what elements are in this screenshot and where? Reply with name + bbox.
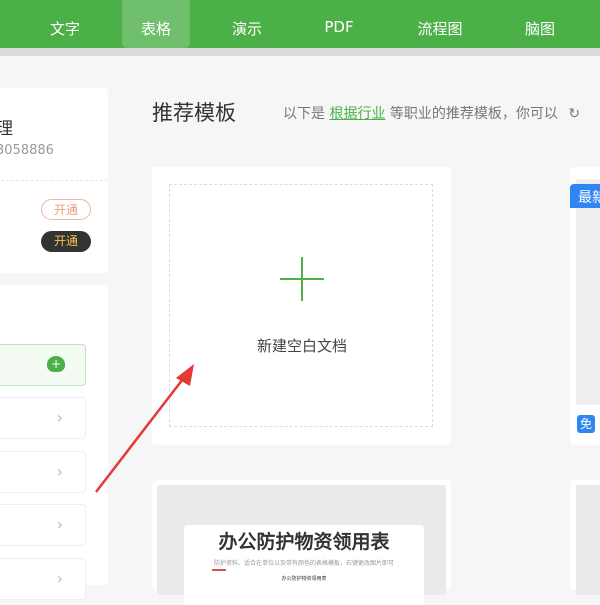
template-sub: 办公防护物资领用表 [281,576,327,582]
red-arrow-annotation [95,364,194,493]
